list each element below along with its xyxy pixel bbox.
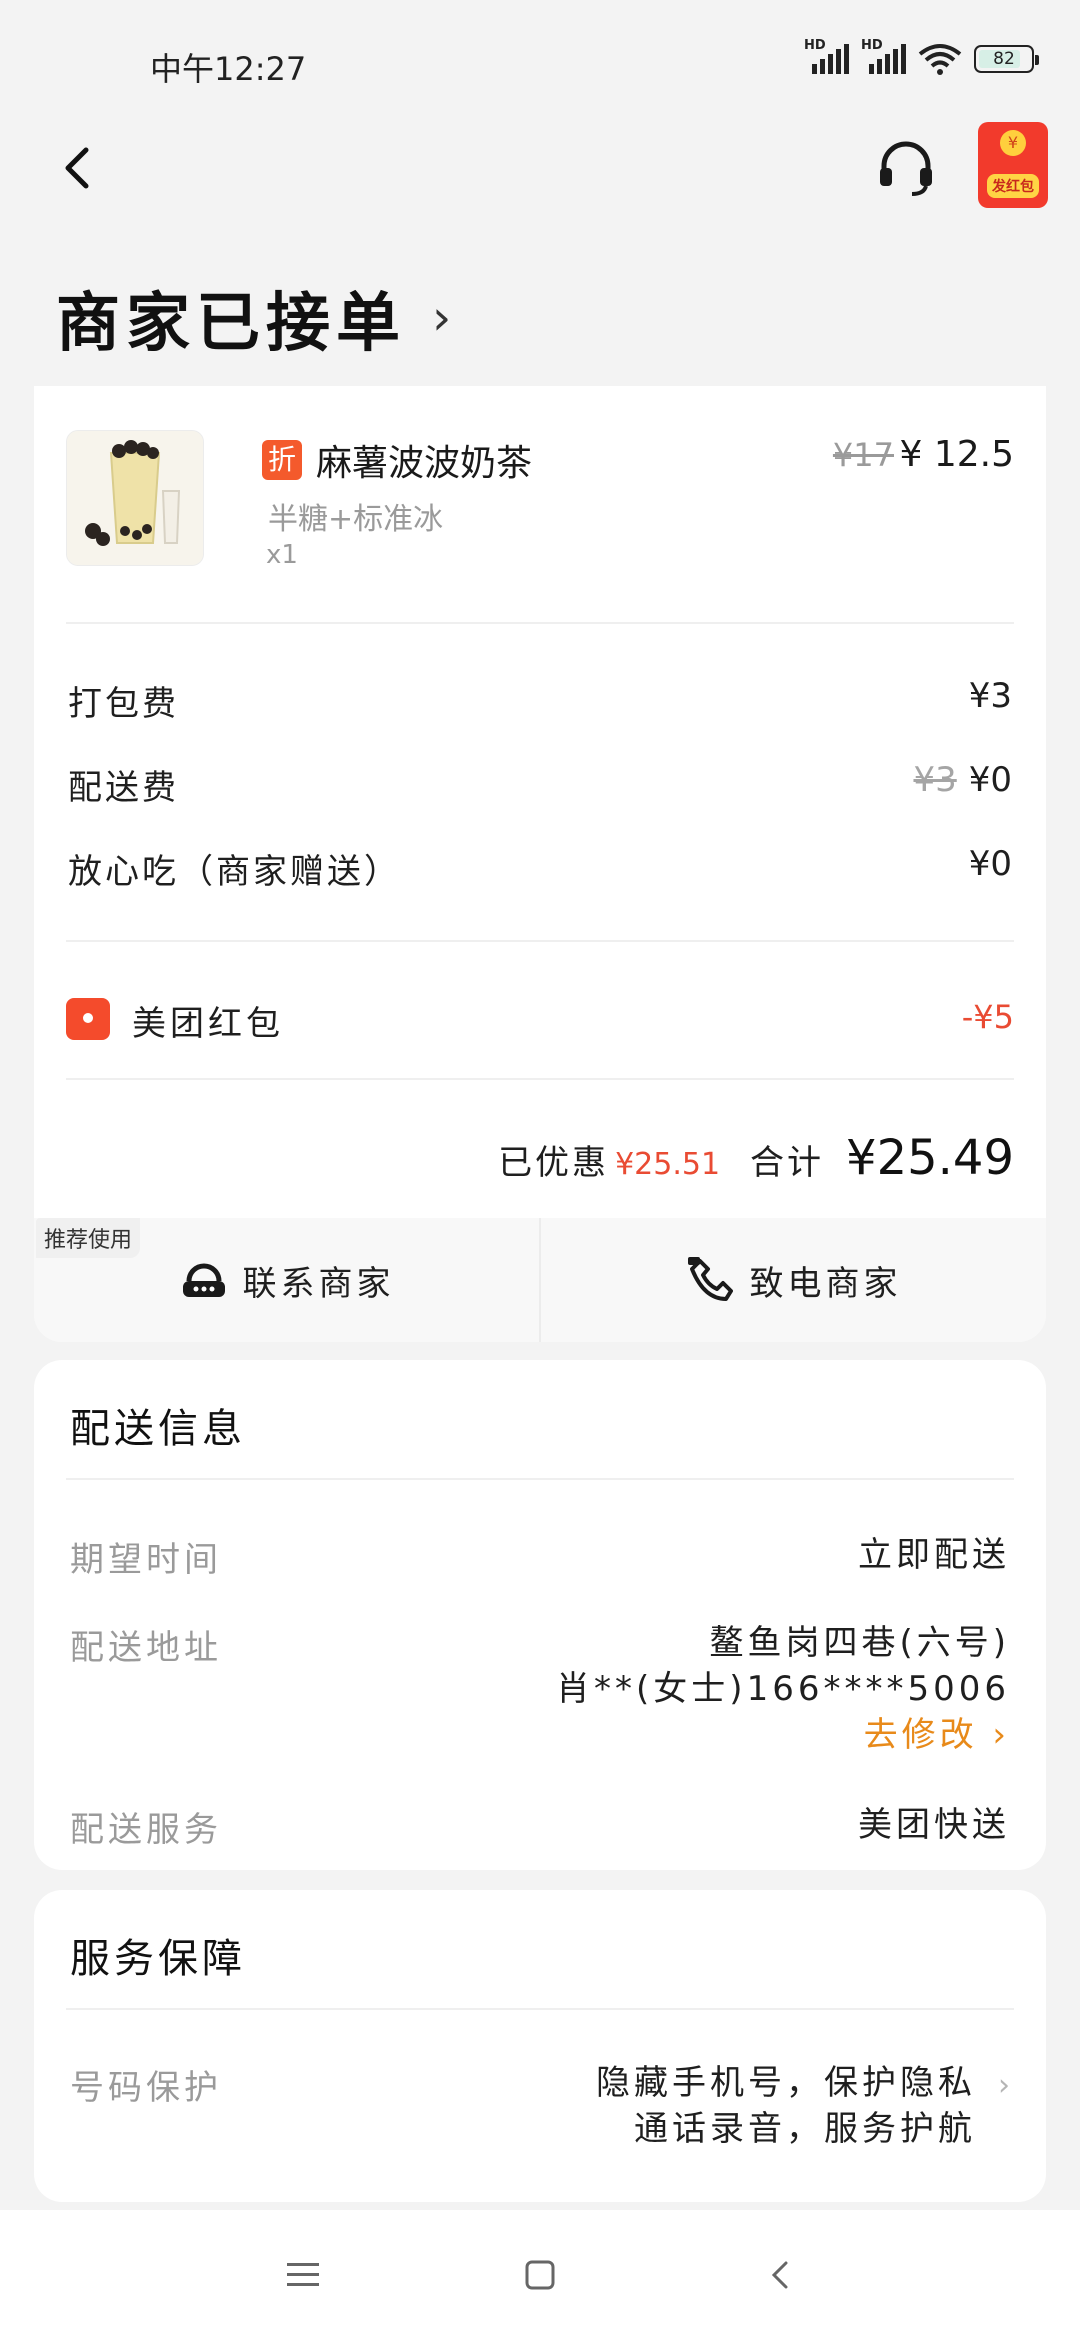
number-protection-label: 号码保护 <box>70 2068 222 2108</box>
contact-merchant-button[interactable]: 联系商家 <box>34 1218 539 1342</box>
discount-tag: 折 <box>262 440 302 480</box>
customer-service-button[interactable] <box>874 136 938 200</box>
divider <box>66 940 1014 942</box>
send-red-packet-button[interactable]: ¥ 发红包 <box>978 122 1048 208</box>
service-guarantee-card[interactable]: 服务保障 号码保护 隐藏手机号，保护隐私 通话录音，服务护航 › <box>34 1890 1046 2202</box>
home-button[interactable] <box>515 2250 565 2300</box>
battery-icon: 82 <box>974 45 1039 73</box>
menu-button[interactable] <box>278 2250 328 2300</box>
saved-label: 已优惠 <box>498 1143 610 1183</box>
product-item[interactable]: 折 麻薯波波奶茶 半糖+标准冰 x1 ¥17 ¥ 12.5 <box>66 430 1014 570</box>
battery-level: 82 <box>993 49 1015 69</box>
contact-bar: 推荐使用 联系商家 致电商家 <box>34 1218 1046 1342</box>
delivery-service-value: 美团快送 <box>858 1805 1010 1845</box>
status-icons: HD HD 82 <box>804 38 1039 76</box>
call-merchant-label: 致电商家 <box>749 1263 902 1304</box>
hd-label: HD <box>861 38 883 53</box>
back-nav-button[interactable] <box>755 2250 805 2300</box>
edit-address-label: 去修改 <box>863 1715 978 1755</box>
divider <box>66 622 1014 624</box>
call-merchant-button[interactable]: 致电商家 <box>541 1218 1046 1342</box>
red-packet-icon <box>66 998 110 1040</box>
status-bar: 中午12:27 HD HD 82 <box>0 0 1080 110</box>
signal-icon: HD <box>804 38 849 74</box>
fee-value: ¥0 <box>969 844 1012 884</box>
wifi-icon <box>918 44 962 75</box>
fee-value: ¥3 ¥0 <box>913 760 1012 800</box>
order-status-title: 商家已接单 <box>56 287 406 361</box>
order-card: 折 麻薯波波奶茶 半糖+标准冰 x1 ¥17 ¥ 12.5 打包费 ¥3 配送费… <box>34 386 1046 1342</box>
coupon-row: 美团红包 -¥5 <box>66 992 1014 1046</box>
chevron-right-icon: › <box>432 290 452 346</box>
chevron-left-icon <box>65 147 89 189</box>
product-price: ¥ 12.5 <box>899 434 1014 475</box>
divider <box>66 2008 1014 2010</box>
phone-icon <box>687 1257 733 1301</box>
coupon-value: -¥5 <box>961 998 1014 1036</box>
chevron-left-icon <box>771 2261 788 2289</box>
delivery-info-card: 配送信息 期望时间 立即配送 配送地址 鳌鱼岗四巷(六号) 肖**(女士)166… <box>34 1360 1046 1870</box>
delivery-address-value: 鳌鱼岗四巷(六号) 肖**(女士)166****5006 去修改 › <box>556 1620 1010 1758</box>
fee-amount: ¥0 <box>968 844 1012 884</box>
coupon-label: 美团红包 <box>132 1004 284 1044</box>
chat-icon <box>182 1263 225 1297</box>
delivery-address-label: 配送地址 <box>70 1628 222 1668</box>
contact-line: 肖**(女士)166****5006 <box>556 1669 1010 1709</box>
delivery-title: 配送信息 <box>70 1406 246 1452</box>
home-icon <box>525 2260 555 2290</box>
back-button[interactable] <box>48 138 108 198</box>
fee-value: ¥3 <box>969 676 1012 716</box>
contact-merchant-label: 联系商家 <box>242 1263 395 1304</box>
protection-line: 通话录音，服务护航 <box>634 2109 976 2149</box>
edit-address-link[interactable]: 去修改 › <box>556 1712 1010 1758</box>
number-protection-row: 号码保护 隐藏手机号，保护隐私 通话录音，服务护航 <box>70 2060 976 2160</box>
total-row: 已优惠 ¥25.51 合计 ¥25.49 <box>498 1130 1014 1186</box>
product-quantity: x1 <box>266 540 298 570</box>
headset-icon <box>880 141 932 196</box>
fee-amount: ¥3 <box>968 676 1012 716</box>
delivery-service-row: 配送服务 美团快送 <box>70 1802 1010 1852</box>
menu-icon <box>287 2263 319 2286</box>
fee-amount: ¥0 <box>968 760 1012 800</box>
fee-row-delivery: 配送费 ¥3 ¥0 <box>68 760 1012 810</box>
expected-time-value: 立即配送 <box>858 1535 1010 1575</box>
total-label: 合计 <box>750 1143 825 1183</box>
fee-label: 配送费 <box>68 768 179 808</box>
total-value: ¥25.49 <box>846 1130 1014 1186</box>
protection-line: 隐藏手机号，保护隐私 <box>596 2063 976 2103</box>
coin-icon: ¥ <box>1000 130 1026 156</box>
saved-value: ¥25.51 <box>615 1147 721 1182</box>
fee-label: 打包费 <box>68 684 179 724</box>
signal-icon: HD <box>861 38 906 74</box>
product-name-row: 折 麻薯波波奶茶 <box>262 434 532 486</box>
number-protection-value: 隐藏手机号，保护隐私 通话录音，服务护航 <box>596 2060 976 2152</box>
address-line: 鳌鱼岗四巷(六号) <box>709 1623 1010 1663</box>
fee-row-packaging: 打包费 ¥3 <box>68 676 1012 726</box>
fee-label: 放心吃（商家赠送） <box>68 852 401 892</box>
product-original-price: ¥17 <box>832 436 894 474</box>
product-name: 麻薯波波奶茶 <box>316 443 533 484</box>
expected-time-label: 期望时间 <box>70 1540 222 1580</box>
chevron-right-icon: › <box>998 2068 1010 2103</box>
status-time: 中午12:27 <box>150 50 307 88</box>
divider <box>66 1478 1014 1480</box>
divider <box>66 1078 1014 1080</box>
fee-original: ¥3 <box>913 760 957 800</box>
chevron-right-icon: › <box>992 1715 1010 1755</box>
service-title: 服务保障 <box>70 1936 246 1982</box>
red-packet-label: 发红包 <box>987 174 1039 198</box>
delivery-address-row: 配送地址 鳌鱼岗四巷(六号) 肖**(女士)166****5006 去修改 › <box>70 1620 1010 1770</box>
hd-label: HD <box>804 38 826 53</box>
expected-time-row: 期望时间 立即配送 <box>70 1532 1010 1582</box>
delivery-service-label: 配送服务 <box>70 1810 222 1850</box>
order-status-header[interactable]: 商家已接单 › <box>56 272 451 364</box>
system-nav-bar <box>0 2210 1080 2340</box>
top-nav: ¥ 发红包 <box>0 118 1080 218</box>
fee-row-safe-eat: 放心吃（商家赠送） ¥0 <box>68 844 1012 894</box>
product-spec: 半糖+标准冰 <box>268 502 444 537</box>
product-image <box>66 430 204 566</box>
